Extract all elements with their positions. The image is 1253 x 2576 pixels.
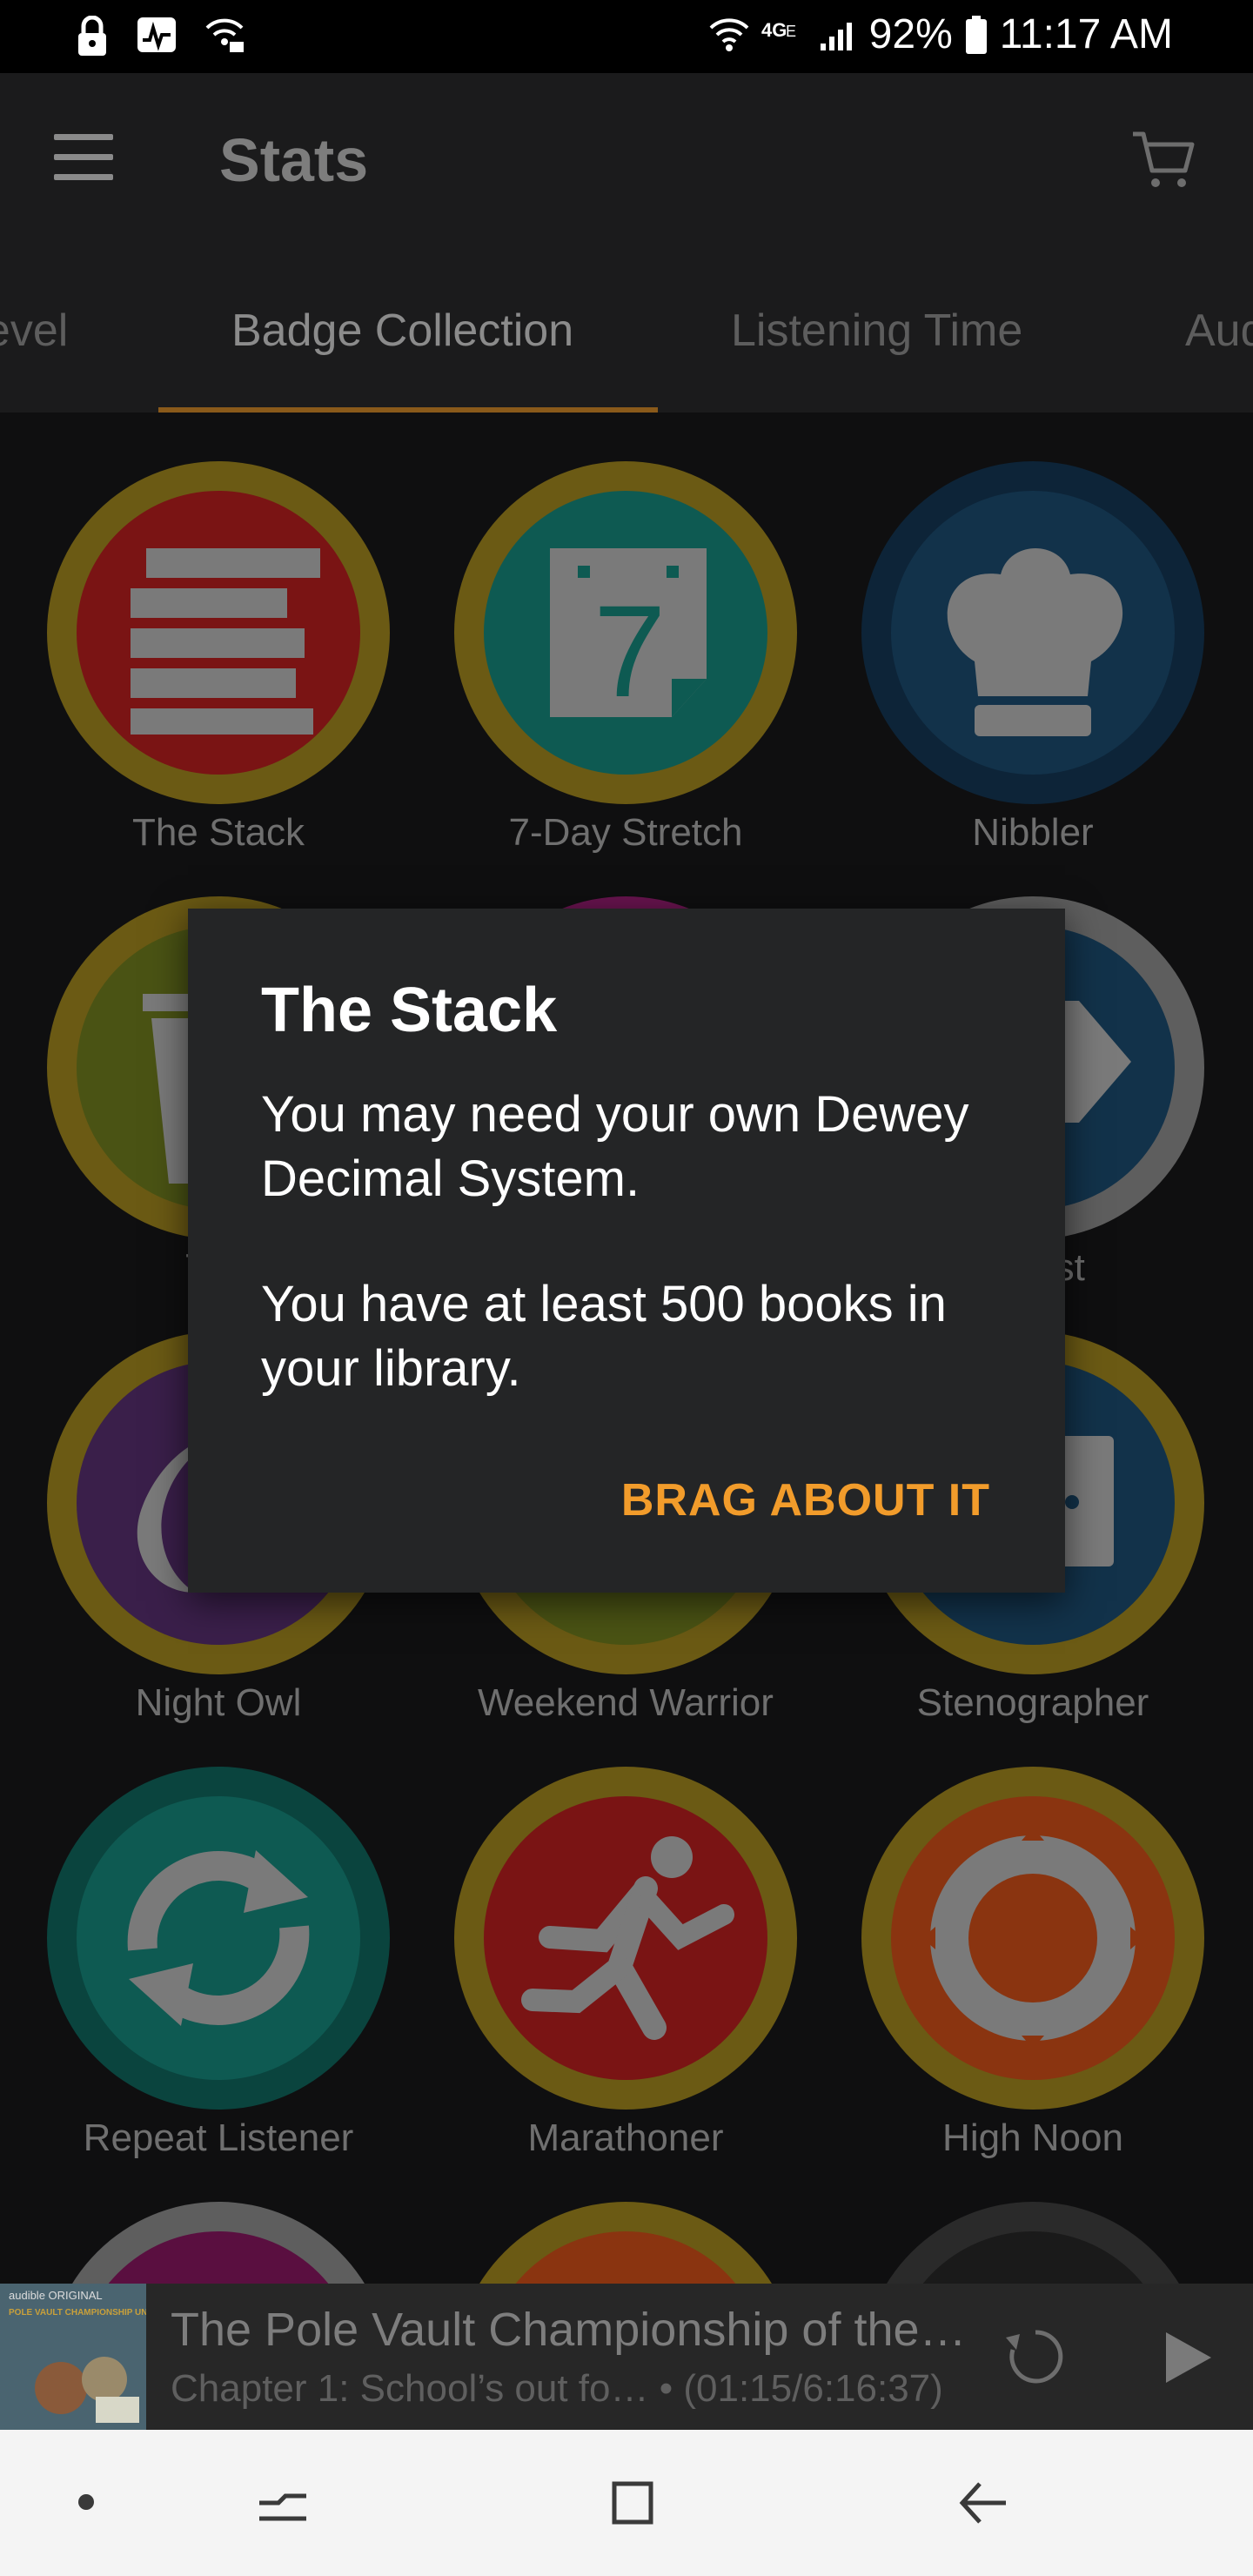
book-cover[interactable]: audible ORIGINAL POLE VAULT CHAMPIONSHIP… [0,2284,146,2430]
play-icon[interactable] [1157,2327,1218,2388]
badge-the-stack[interactable] [47,461,390,804]
badge-partial[interactable] [454,2202,797,2284]
badge-label: Nibbler [972,811,1094,854]
activity-icon [137,17,176,52]
calendar-icon: 7 [550,548,707,724]
sun-icon [922,1828,1143,2049]
home-icon[interactable] [602,2477,663,2529]
player-title: The Pole Vault Championship of the… [171,2304,967,2356]
svg-text:4G: 4G [761,19,787,41]
chef-hat-icon [947,548,1123,736]
badge-7-day-stretch[interactable]: 7 [454,461,797,804]
badge-label: Stenographer [916,1681,1149,1724]
book-stack-icon [131,548,320,735]
battery-icon [965,15,987,54]
mini-player[interactable]: audible ORIGINAL POLE VAULT CHAMPIONSHIP… [0,2284,1253,2430]
badge-label: High Noon [942,2116,1123,2159]
badge-partial[interactable] [47,2202,390,2284]
tab-listening-time[interactable]: Listening Time [731,305,1022,357]
dialog-body: You may need your own Dewey Decimal Syst… [261,1083,1009,1462]
badge-nibbler[interactable] [861,461,1204,804]
tab-level[interactable]: Level [0,305,68,357]
dialog-title: The Stack [261,976,558,1045]
tab-audio[interactable]: Audio [1185,305,1253,357]
back-icon[interactable] [954,2477,1015,2529]
brag-about-it-button[interactable]: BRAG ABOUT IT [621,1474,990,1526]
cover-brand: audible ORIGINAL [9,2289,103,2302]
cover-art: audible ORIGINAL POLE VAULT CHAMPIONSHIP… [0,2284,146,2430]
badge-repeat-listener[interactable] [47,1767,390,2110]
dialog-message: You may need your own Dewey Decimal Syst… [261,1086,969,1207]
badge-label: 7-Day Stretch [508,811,743,854]
hamburger-menu-icon[interactable] [54,134,113,180]
badge-label: Marathoner [527,2116,724,2159]
badge-label: The Stack [131,811,305,854]
dot-icon[interactable] [75,2491,97,2513]
runner-icon [521,1836,734,2040]
tab-badge-collection[interactable]: Badge Collection [231,305,573,357]
dialog-message: You have at least 500 books in your libr… [261,1276,947,1397]
repeat-icon [127,1850,310,2026]
player-subtitle: Chapter 1: School’s out fo… • (01:15/6:1… [171,2367,943,2410]
status-bar: 4G E 92% 11:17 AM [0,0,1253,73]
battery-percent: 92% [868,11,953,57]
recent-apps-icon[interactable] [252,2477,313,2529]
badge-marathoner[interactable] [454,1767,797,2110]
badge-label: Repeat Listener [83,2116,354,2159]
wifi-call-icon [205,18,244,52]
badge-dialog: The Stack You may need your own Dewey De… [188,909,1065,1593]
svg-text:E: E [786,23,796,40]
signal-icon [820,22,852,50]
badge-high-noon[interactable] [861,1767,1204,2110]
page-title: Stats [219,126,369,194]
system-nav-bar [0,2430,1253,2576]
clock: 11:17 AM [999,11,1173,57]
lock-icon [78,16,106,56]
badge-partial[interactable] [861,2202,1204,2284]
cover-title: POLE VAULT CHAMPIONSHIP UNIVERSE [9,2308,146,2318]
badge-label: Night Owl [135,1681,302,1724]
app-bar: Stats [0,73,1253,247]
wifi-icon [709,17,749,51]
tab-bar: Level Badge Collection Listening Time Au… [0,247,1253,414]
badge-label: Weekend Warrior [478,1681,774,1724]
replay-30-icon[interactable] [1001,2322,1070,2392]
network-4g-icon: 4GE [761,19,796,41]
shopping-cart-icon[interactable] [1129,125,1199,195]
svg-text:7: 7 [593,578,666,724]
